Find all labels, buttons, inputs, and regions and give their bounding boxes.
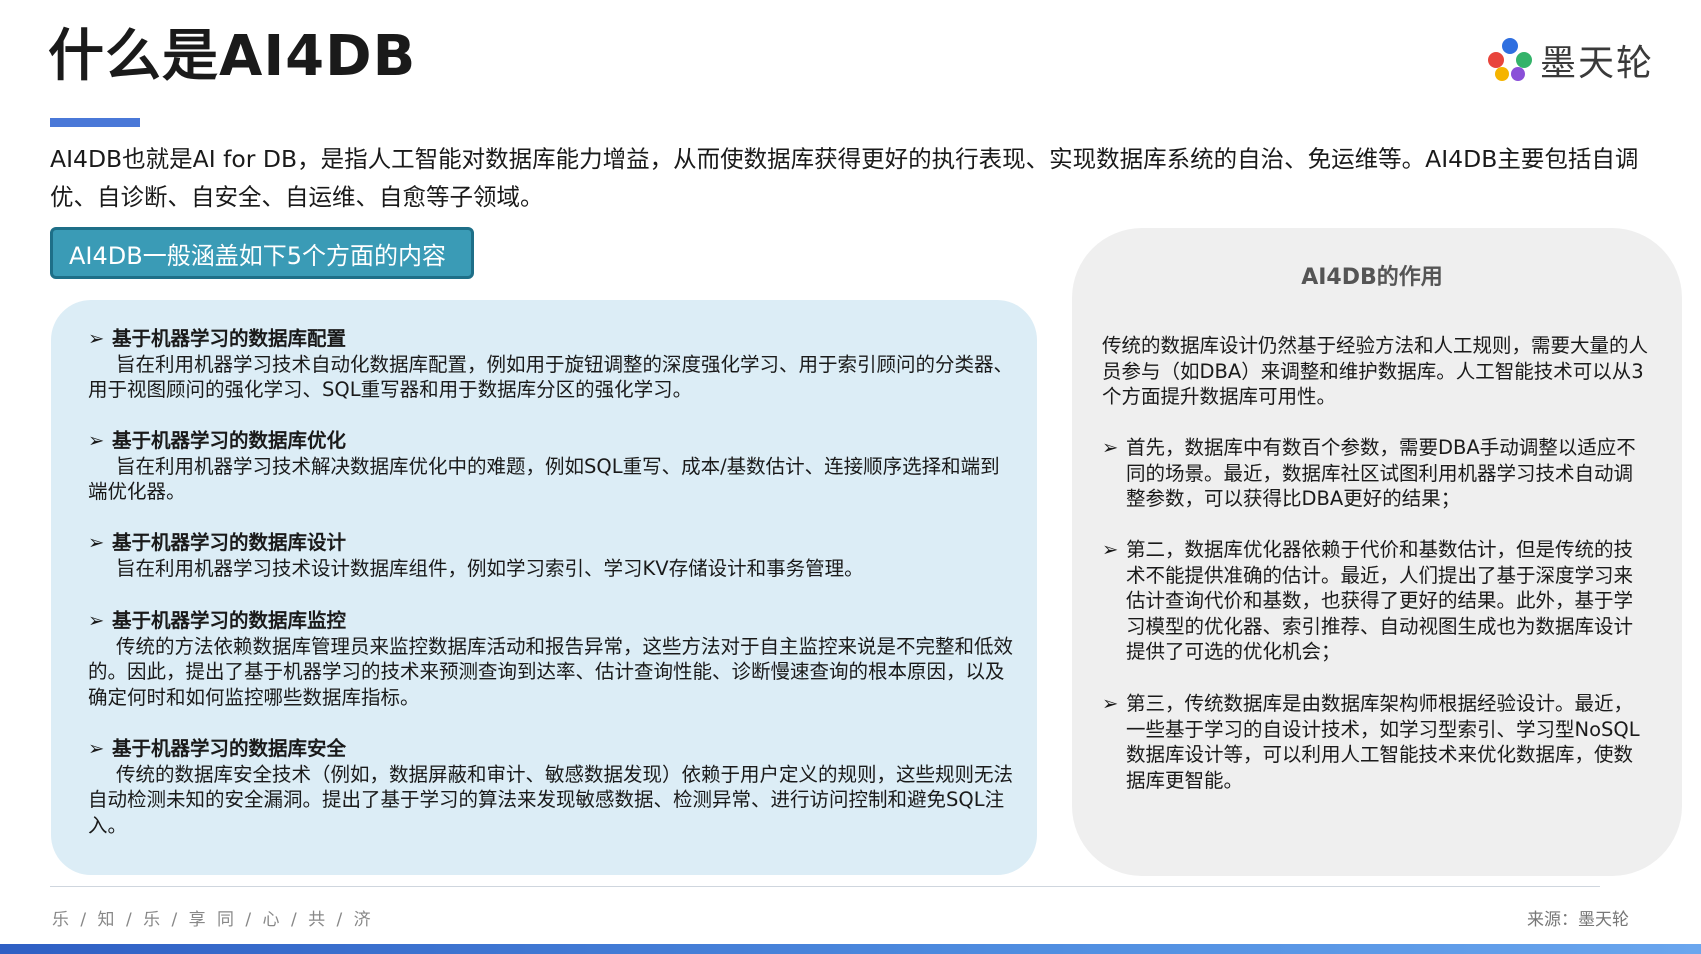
aspect-body: 旨在利用机器学习技术设计数据库组件，例如学习索引、学习KV存储设计和事务管理。: [116, 556, 864, 580]
arrow-bullet-icon: ➢: [1102, 692, 1119, 715]
role-point: ➢ 首先，数据库中有数百个参数，需要DBA手动调整以适应不同的场景。最近，数据库…: [1102, 435, 1650, 512]
aspects-heading-tag: AI4DB一般涵盖如下5个方面的内容: [50, 227, 474, 279]
footer-slogan: 乐 / 知 / 乐 / 享 同 / 心 / 共 / 济: [52, 910, 374, 930]
aspect-title: 基于机器学习的数据库监控: [112, 609, 347, 632]
title-underline: [50, 118, 140, 127]
role-point: ➢ 第三，传统数据库是由数据库架构师根据经验设计。最近，一些基于学习的自设计技术…: [1102, 691, 1650, 793]
aspect-body: 传统的方法依赖数据库管理员来监控数据库活动和报告异常，这些方法对于自主监控来说是…: [88, 634, 1014, 709]
aspect-item-design: ➢ 基于机器学习的数据库设计 旨在利用机器学习技术设计数据库组件，例如学习索引、…: [88, 530, 1018, 581]
aspect-title: 基于机器学习的数据库优化: [112, 429, 347, 452]
arrow-bullet-icon: ➢: [88, 429, 105, 452]
aspect-item-optimization: ➢ 基于机器学习的数据库优化 旨在利用机器学习技术解决数据库优化中的难题，例如S…: [88, 428, 1018, 505]
role-point-text: 首先，数据库中有数百个参数，需要DBA手动调整以适应不同的场景。最近，数据库社区…: [1126, 436, 1636, 510]
arrow-bullet-icon: ➢: [1102, 436, 1119, 459]
aspect-title: 基于机器学习的数据库安全: [112, 737, 347, 760]
arrow-bullet-icon: ➢: [88, 737, 105, 760]
aspect-item-monitoring: ➢ 基于机器学习的数据库监控 传统的方法依赖数据库管理员来监控数据库活动和报告异…: [88, 608, 1018, 710]
arrow-bullet-icon: ➢: [88, 609, 105, 632]
arrow-bullet-icon: ➢: [88, 327, 105, 350]
logo-text: 墨天轮: [1540, 43, 1655, 84]
motianlun-logo-icon: [1488, 38, 1532, 81]
aspect-item-config: ➢ 基于机器学习的数据库配置 旨在利用机器学习技术自动化数据库配置，例如用于旋钮…: [88, 326, 1018, 403]
aspect-body: 旨在利用机器学习技术自动化数据库配置，例如用于旋钮调整的深度强化学习、用于索引顾…: [88, 352, 1014, 402]
footer-divider: [50, 886, 1600, 887]
role-panel-title: AI4DB的作用: [1301, 265, 1443, 290]
aspect-title: 基于机器学习的数据库配置: [112, 327, 347, 350]
role-point-text: 第三，传统数据库是由数据库架构师根据经验设计。最近，一些基于学习的自设计技术，如…: [1126, 692, 1640, 792]
arrow-bullet-icon: ➢: [1102, 538, 1119, 561]
role-panel-intro: 传统的数据库设计仍然基于经验方法和人工规则，需要大量的人员参与（如DBA）来调整…: [1102, 334, 1649, 408]
role-point-text: 第二，数据库优化器依赖于代价和基数估计，但是传统的技术不能提供准确的估计。最近，…: [1126, 538, 1634, 663]
aspect-item-security: ➢ 基于机器学习的数据库安全 传统的数据库安全技术（例如，数据屏蔽和审计、敏感数…: [88, 736, 1018, 838]
role-point: ➢ 第二，数据库优化器依赖于代价和基数估计，但是传统的技术不能提供准确的估计。最…: [1102, 537, 1650, 665]
bottom-accent-bar: [0, 944, 1701, 954]
footer-source: 来源：墨天轮: [1527, 910, 1629, 930]
aspect-title: 基于机器学习的数据库设计: [112, 531, 347, 554]
intro-paragraph: AI4DB也就是AI for DB，是指人工智能对数据库能力增益，从而使数据库获…: [50, 145, 1639, 211]
logo: 墨天轮: [1484, 30, 1654, 90]
page-title: 什么是AI4DB: [48, 24, 417, 89]
aspect-body: 旨在利用机器学习技术解决数据库优化中的难题，例如SQL重写、成本/基数估计、连接…: [88, 454, 1000, 504]
arrow-bullet-icon: ➢: [88, 531, 105, 554]
aspect-body: 传统的数据库安全技术（例如，数据屏蔽和审计、敏感数据发现）依赖于用户定义的规则，…: [88, 762, 1014, 837]
